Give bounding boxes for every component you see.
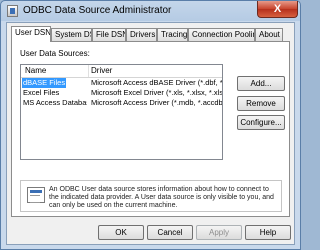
dsn-name: Excel Files (23, 88, 60, 97)
title-bar[interactable]: ODBC Data Source Administrator X (1, 1, 300, 22)
tab-drivers[interactable]: Drivers (126, 28, 157, 41)
add-button[interactable]: Add... (237, 76, 285, 91)
ok-button[interactable]: OK (98, 225, 144, 240)
user-data-sources-label: User Data Sources: (20, 49, 90, 58)
dsn-driver: Microsoft Access Driver (*.mdb, *.accdb) (91, 98, 222, 107)
info-description: An ODBC User data source stores informat… (49, 186, 274, 209)
list-item[interactable]: dBASE Files Microsoft Access dBASE Drive… (21, 78, 222, 88)
tab-about[interactable]: About (255, 28, 283, 41)
odbc-app-icon (7, 5, 18, 17)
info-groupbox: An ODBC User data source stores informat… (20, 180, 282, 212)
column-header-name[interactable]: Name (25, 66, 46, 75)
tab-file-dsn[interactable]: File DSN (92, 28, 126, 41)
list-item[interactable]: Excel Files Microsoft Excel Driver (*.xl… (21, 88, 222, 98)
dsn-name: MS Access Database (23, 98, 87, 107)
tab-user-dsn[interactable]: User DSN (11, 26, 51, 42)
list-header: Name Driver (21, 65, 222, 78)
column-separator[interactable] (88, 65, 89, 77)
tab-system-dsn[interactable]: System DSN (51, 28, 92, 41)
dsn-name: dBASE Files (22, 78, 67, 88)
user-dsn-panel: User Data Sources: Name Driver dBASE Fil… (11, 41, 290, 217)
column-header-driver[interactable]: Driver (91, 66, 112, 75)
configure-button[interactable]: Configure... (237, 115, 285, 130)
data-sources-list[interactable]: Name Driver dBASE Files Microsoft Access… (20, 64, 223, 160)
list-item[interactable]: MS Access Database Microsoft Access Driv… (21, 98, 222, 108)
window-title: ODBC Data Source Administrator (23, 5, 172, 16)
apply-button[interactable]: Apply (196, 225, 242, 240)
tab-tracing[interactable]: Tracing (157, 28, 188, 41)
tab-connection-pooling[interactable]: Connection Pooling (188, 28, 255, 41)
odbc-admin-window: ODBC Data Source Administrator X User DS… (0, 0, 301, 250)
data-source-info-icon (27, 187, 45, 203)
dsn-driver: Microsoft Excel Driver (*.xls, *.xlsx, *… (91, 88, 222, 97)
remove-button[interactable]: Remove (237, 96, 285, 111)
help-button[interactable]: Help (245, 225, 291, 240)
cancel-button[interactable]: Cancel (147, 225, 193, 240)
dsn-driver: Microsoft Access dBASE Driver (*.dbf, *.… (91, 78, 222, 87)
close-button[interactable]: X (257, 1, 298, 18)
dialog-client-area: User DSN System DSN File DSN Drivers Tra… (6, 22, 295, 245)
